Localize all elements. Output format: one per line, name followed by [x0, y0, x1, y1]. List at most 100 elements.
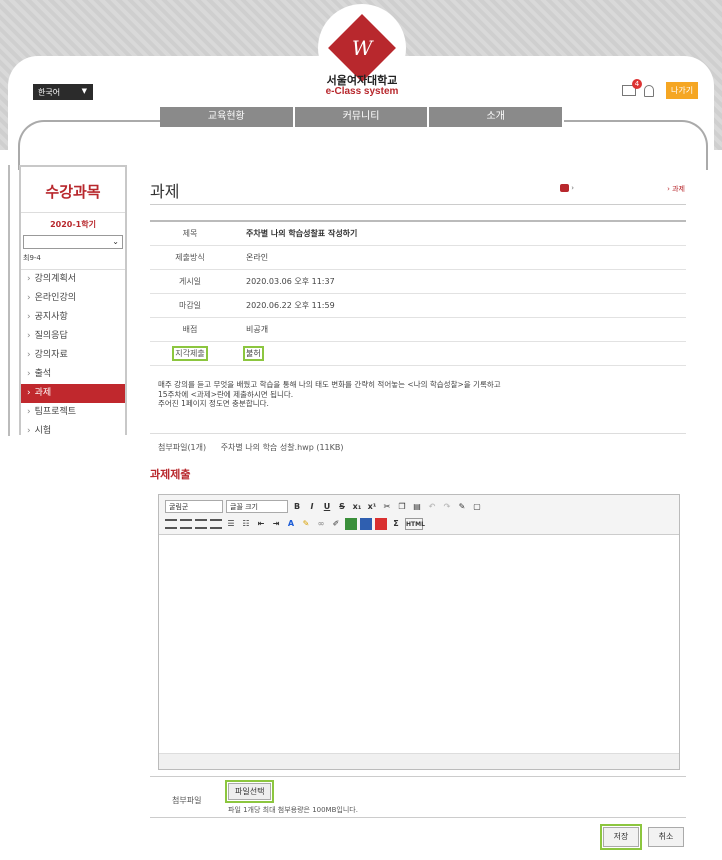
sidebar-item-syllabus[interactable]: 강의계획서 [21, 270, 125, 289]
underline-icon[interactable]: U [321, 501, 333, 513]
indent-icon[interactable]: ⇥ [270, 518, 282, 530]
link-icon[interactable]: ∞ [315, 518, 327, 530]
unordered-list-icon[interactable]: ☷ [240, 518, 252, 530]
nav-item-education[interactable]: 교육현황 [160, 107, 295, 127]
language-value: 한국어 [38, 88, 61, 97]
undo-icon[interactable]: ↶ [426, 501, 438, 513]
editor-toolbar: 굴림군 글꼴 크기 B I U S x₁ x¹ ✂ ❐ ▤ ↶ ↷ ✎ ▢ ☰ … [159, 495, 679, 535]
table-icon[interactable] [360, 517, 372, 530]
brand-subtitle: e-Class system [325, 86, 399, 97]
html-icon[interactable]: HTML [405, 517, 425, 530]
redo-icon[interactable]: ↷ [441, 501, 453, 513]
rich-text-editor: 굴림군 글꼴 크기 B I U S x₁ x¹ ✂ ❐ ▤ ↶ ↷ ✎ ▢ ☰ … [158, 494, 680, 770]
outdent-icon[interactable]: ⇤ [255, 518, 267, 530]
late-submission-value: 불허 [243, 346, 264, 361]
strikethrough-icon[interactable]: S [336, 501, 348, 513]
copy-icon[interactable]: ❐ [396, 501, 408, 513]
divider [150, 433, 686, 434]
ordered-list-icon[interactable]: ☰ [225, 518, 237, 530]
description-line: 주어진 1페이지 정도면 충분합니다. [158, 399, 269, 408]
file-select-button[interactable]: 파일선택 [224, 780, 275, 803]
divider [150, 204, 686, 205]
breadcrumb-current[interactable]: › 과제 [667, 184, 685, 194]
align-center-icon[interactable] [180, 518, 192, 529]
breadcrumb-current-label: 과제 [672, 185, 685, 193]
submission-title: 과제제출 [150, 468, 191, 481]
nav-item-about[interactable]: 소개 [429, 107, 565, 127]
font-family-value: 굴림군 [169, 503, 189, 511]
row-label: 제목 [182, 229, 198, 238]
highlight-color-icon[interactable]: ✎ [300, 518, 312, 530]
table-row: 제목 주차별 나의 학습성찰표 작성하기 [150, 222, 686, 246]
font-size-value: 글꼴 크기 [230, 503, 258, 511]
sidebar-item-assignment[interactable]: 과제 [21, 384, 125, 403]
home-icon[interactable] [560, 184, 569, 192]
edit-icon[interactable]: ✐ [330, 518, 342, 530]
sidebar: 수강과목 2020-1학기 ⌄ 최9-4 강의계획서 온라인강의 공지사항 질의… [19, 165, 127, 455]
row-label: 배점 [182, 325, 198, 334]
language-select[interactable]: 한국어 ▼ [33, 84, 93, 100]
italic-icon[interactable]: I [306, 501, 318, 513]
sidebar-item-qna[interactable]: 질의응답 [21, 327, 125, 346]
paste-icon[interactable]: ▤ [411, 501, 423, 513]
chevron-down-icon: ⌄ [112, 237, 119, 246]
subscript-icon[interactable]: x₁ [351, 501, 363, 513]
row-value: 불허 [230, 346, 264, 361]
table-row: 마감일 2020.06.22 오후 11:59 [150, 294, 686, 318]
table-row: 제출방식 온라인 [150, 246, 686, 270]
clear-format-icon[interactable]: ✎ [456, 501, 468, 513]
page-title: 과제 [150, 182, 180, 201]
assignment-info-table: 제목 주차별 나의 학습성찰표 작성하기 제출방식 온라인 게시일 2020.0… [150, 220, 686, 366]
media-icon[interactable] [375, 517, 387, 530]
font-family-select[interactable]: 굴림군 [165, 500, 223, 513]
table-row: 게시일 2020.03.06 오후 11:37 [150, 270, 686, 294]
attachment-row: 첨부파일(1개) 주차별 나의 학습 성찰.hwp (11KB) [158, 442, 344, 453]
late-submission-label: 지각제출 [172, 346, 208, 361]
bell-icon[interactable] [644, 84, 654, 97]
row-label: 제출방식 [175, 253, 205, 262]
course-select[interactable]: ⌄ [23, 235, 123, 249]
superscript-icon[interactable]: x¹ [366, 501, 378, 513]
table-row: 지각제출 불허 [150, 342, 686, 366]
logout-button[interactable]: 나가기 [666, 82, 699, 99]
font-size-select[interactable]: 글꼴 크기 [226, 500, 288, 513]
top-navigation: 교육현황 커뮤니티 소개 [160, 107, 565, 127]
align-justify-icon[interactable] [210, 518, 222, 529]
editor-resize-handle[interactable] [159, 753, 679, 769]
font-color-icon[interactable]: A [285, 518, 297, 530]
row-value: 2020.06.22 오후 11:59 [246, 301, 335, 310]
toolbar-row: ☰ ☷ ⇤ ⇥ A ✎ ∞ ✐ Σ HTML [165, 515, 673, 532]
header-icons: 4 나가기 [622, 79, 699, 99]
cancel-button[interactable]: 취소 [648, 827, 684, 847]
attachment-label: 첨부파일(1개) [158, 443, 207, 452]
toolbar-row: 굴림군 글꼴 크기 B I U S x₁ x¹ ✂ ❐ ▤ ↶ ↷ ✎ ▢ [165, 498, 673, 515]
nav-item-community[interactable]: 커뮤니티 [294, 107, 430, 127]
sidebar-item-online-lecture[interactable]: 온라인강의 [21, 289, 125, 308]
sidebar-item-attendance[interactable]: 출석 [21, 365, 125, 384]
sidebar-item-notices[interactable]: 공지사항 [21, 308, 125, 327]
description-line: 15주차에 <과제>란에 제출하시면 됩니다. [158, 389, 294, 399]
row-value: 주차별 나의 학습성찰표 작성하기 [246, 229, 358, 238]
new-document-icon[interactable]: ▢ [471, 501, 483, 513]
file-upload-row: 첨부파일 파일선택 파일 1개당 최대 첨부용량은 100MB입니다. [150, 776, 686, 818]
sidebar-title: 수강과목 [45, 183, 101, 201]
align-left-icon[interactable] [165, 518, 177, 529]
bold-icon[interactable]: B [291, 501, 303, 513]
file-label: 첨부파일 [172, 796, 202, 805]
sidebar-item-materials[interactable]: 강의자료 [21, 346, 125, 365]
attachment-file-link[interactable]: 주차별 나의 학습 성찰.hwp (11KB) [221, 443, 344, 452]
sigma-icon[interactable]: Σ [390, 518, 402, 530]
mail-icon[interactable]: 4 [622, 79, 642, 96]
row-label: 게시일 [178, 277, 202, 286]
lower-left-blank [0, 436, 150, 860]
row-label: 마감일 [178, 301, 202, 310]
align-right-icon[interactable] [195, 518, 207, 529]
cut-icon[interactable]: ✂ [381, 501, 393, 513]
description-line: 매주 강의를 듣고 무엇을 배웠고 학습을 통해 나의 태도 변화를 간략히 적… [158, 380, 501, 389]
table-row: 배점 비공개 [150, 318, 686, 342]
editor-body[interactable] [159, 535, 679, 753]
sidebar-item-team-project[interactable]: 팀프로젝트 [21, 403, 125, 422]
save-button[interactable]: 저장 [600, 824, 642, 850]
image-icon[interactable] [345, 517, 357, 530]
row-label: 지각제출 [150, 346, 230, 361]
